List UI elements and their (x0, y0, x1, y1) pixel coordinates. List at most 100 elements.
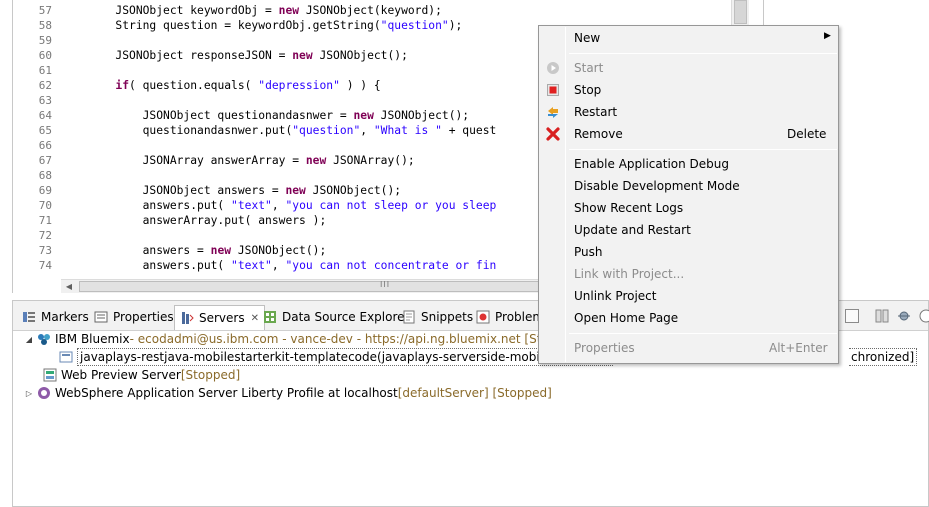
expand-toggle-icon[interactable]: ◢ (23, 335, 35, 344)
menu-item-label: Push (574, 245, 603, 259)
menu-item-update-and-restart[interactable]: Update and Restart (540, 219, 837, 241)
tab-label: Snippets (421, 310, 474, 324)
line-number: 74 (38, 259, 52, 272)
code-line[interactable]: if( question.equals( "depression" ) ) { (61, 78, 380, 93)
code-token: questionandasnwer.put( (61, 124, 293, 137)
keyword-token: new (285, 184, 306, 197)
server-detail: - ecodadmi@us.ibm.com - vance-dev - http… (129, 332, 589, 346)
code-line[interactable]: JSONObject questionandasnwer = new JSONO… (61, 108, 469, 123)
menu-item-remove[interactable]: Remove Delete (540, 123, 837, 145)
menu-item-properties[interactable]: Properties Alt+Enter (540, 337, 837, 359)
debug-icon[interactable] (897, 309, 911, 323)
server-detail: [defaultServer] [Stopped] (397, 386, 552, 400)
code-token: JSONArray answerArray = (61, 154, 306, 167)
markers-icon (22, 310, 36, 324)
menu-item-start[interactable]: Start (540, 57, 837, 79)
menu-item-restart[interactable]: Restart (540, 101, 837, 123)
tab-data-source-explorer[interactable]: Data Source Explorer (258, 306, 414, 328)
menu-item-label: Restart (574, 105, 618, 119)
code-token: answerArray.put( answers ); (61, 214, 327, 227)
string-token: "you can not sleep or you sleep (285, 199, 497, 212)
code-line[interactable]: answers = new JSONObject(); (61, 243, 327, 258)
menu-item-show-recent-logs[interactable]: Show Recent Logs (540, 197, 837, 219)
code-line[interactable]: JSONObject responseJSON = new JSONObject… (61, 48, 408, 63)
vertical-scroll-thumb[interactable] (734, 0, 747, 24)
tree-node-application[interactable]: javaplays-restjava-mobilestarterkit-temp… (59, 348, 614, 366)
code-line[interactable]: String question = keywordObj.getString("… (61, 18, 462, 33)
menu-item-unlink-project[interactable]: Unlink Project (540, 285, 837, 307)
menu-item-link-with-project[interactable]: Link with Project... (540, 263, 837, 285)
code-token: answers = (61, 244, 211, 257)
minimize-icon[interactable] (845, 309, 859, 323)
code-line[interactable]: answerArray.put( answers ); (61, 213, 327, 228)
line-number: 66 (38, 139, 52, 152)
menu-item-label: Unlink Project (574, 289, 657, 303)
stop-server-icon[interactable] (919, 309, 929, 323)
tree-node-ibm-bluemix[interactable]: ◢ IBM Bluemix - ecodadmi@us.ibm.com - va… (23, 330, 589, 348)
line-number: 58 (38, 19, 52, 32)
menu-separator (569, 53, 837, 54)
keyword-token: new (210, 244, 232, 257)
restart-icon (546, 105, 560, 119)
code-token: JSONObject questionandasnwer = (61, 109, 354, 122)
line-number: 69 (38, 184, 52, 197)
code-token: JSONObject(); (312, 49, 408, 62)
web-module-icon (59, 350, 73, 364)
line-number: 65 (38, 124, 52, 137)
server-name: IBM Bluemix (55, 332, 130, 346)
tree-node-web-preview-server[interactable]: Web Preview Server [Stopped] (41, 366, 240, 384)
code-token: JSONObject(); (231, 244, 327, 257)
string-token: "What is " (373, 124, 442, 137)
code-token: , (271, 259, 286, 272)
line-number: 62 (38, 79, 52, 92)
scroll-left-arrow-icon[interactable]: ◀ (61, 280, 77, 293)
tab-markers[interactable]: Markers (17, 306, 94, 328)
tab-properties[interactable]: Properties (89, 306, 179, 328)
line-number: 57 (38, 4, 52, 17)
menu-item-push[interactable]: Push (540, 241, 837, 263)
tab-label: Servers (199, 311, 245, 325)
shortcut-label: Delete (787, 127, 827, 141)
menu-item-open-home-page[interactable]: Open Home Page (540, 307, 837, 329)
line-number: 67 (38, 154, 52, 167)
line-number-gutter: 57 58 59 60 61 62 63 64 65 66 67 68 69 70 71 72 73 74 (13, 0, 61, 280)
line-number: 72 (38, 229, 52, 242)
app-status-label: chronized] (849, 348, 918, 366)
web-preview-server-icon (43, 368, 57, 382)
line-number: 61 (38, 64, 52, 77)
code-line[interactable]: JSONObject keywordObj = new JSONObject(k… (61, 3, 442, 18)
server-status: [Stopped] (180, 368, 241, 382)
keyword-token: new (292, 49, 313, 62)
selected-app-label[interactable]: javaplays-restjava-mobilestarterkit-temp… (77, 348, 614, 366)
menu-item-label: Remove (574, 127, 623, 141)
menu-item-label: Open Home Page (574, 311, 679, 325)
stop-icon (546, 83, 560, 97)
code-line[interactable]: questionandasnwer.put("question", "What … (61, 123, 497, 138)
tree-node-liberty-server[interactable]: ▷ WebSphere Application Server Liberty P… (23, 384, 552, 402)
code-line[interactable]: JSONArray answerArray = new JSONArray(); (61, 153, 415, 168)
tab-servers[interactable]: Servers ✕ (174, 305, 265, 330)
string-token: "question" (292, 124, 361, 137)
string-token: "question" (380, 19, 449, 32)
line-number: 63 (38, 94, 52, 107)
menu-item-new[interactable]: New ▶ (540, 27, 837, 49)
menu-item-label: Stop (574, 83, 602, 97)
keyword-token: new (278, 4, 300, 17)
code-token: ); (448, 19, 463, 32)
code-token: JSONObject(keyword); (299, 4, 442, 17)
view-toolbar-icon[interactable] (875, 309, 889, 323)
code-line[interactable]: JSONObject answers = new JSONObject(); (61, 183, 401, 198)
code-line[interactable]: answers.put( "text", "you can not sleep … (61, 198, 497, 213)
tab-label: Markers (41, 310, 89, 324)
menu-item-label: Properties (574, 341, 635, 355)
menu-item-disable-dev-mode[interactable]: Disable Development Mode (540, 175, 837, 197)
code-line[interactable]: answers.put( "text", "you can not concen… (61, 258, 497, 273)
menu-item-stop[interactable]: Stop (540, 79, 837, 101)
code-token: ( question.equals( (129, 79, 259, 92)
expand-toggle-icon[interactable]: ▷ (23, 389, 35, 398)
line-number: 59 (38, 34, 52, 47)
app-status-tail: chronized] (849, 348, 918, 366)
tab-snippets[interactable]: Snippets (397, 306, 478, 328)
code-token: JSONObject(); (305, 184, 402, 197)
menu-item-enable-app-debug[interactable]: Enable Application Debug (540, 153, 837, 175)
